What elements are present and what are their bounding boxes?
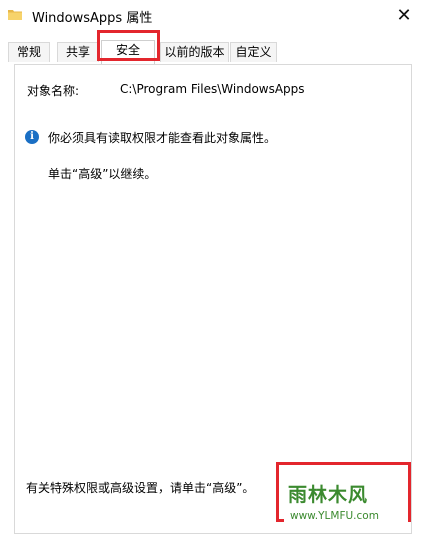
tab-general-label: 常规 xyxy=(16,45,41,59)
close-icon: ✕ xyxy=(396,4,412,26)
watermark: 雨林木风 www.YLMFU.com xyxy=(284,474,408,532)
security-panel: 对象名称: C:\Program Files\WindowsApps i 你必须… xyxy=(14,64,412,534)
object-name-label: 对象名称: xyxy=(27,84,80,98)
advanced-hint: 有关特殊权限或高级设置，请单击“高级”。 xyxy=(26,481,255,495)
info-icon: i xyxy=(25,130,39,144)
tab-strip: 常规 共享 安全 以前的版本 自定义 xyxy=(0,40,421,65)
title-bar: WindowsApps 属性 ✕ xyxy=(0,0,421,32)
watermark-logo-text: 雨林木风 xyxy=(288,484,369,506)
tab-previous-versions[interactable]: 以前的版本 xyxy=(160,42,229,62)
tab-sharing[interactable]: 共享 xyxy=(57,42,99,62)
tab-customize-label: 自定义 xyxy=(235,45,272,59)
tab-sharing-label: 共享 xyxy=(65,45,90,59)
tab-security-label: 安全 xyxy=(115,43,140,57)
watermark-url: www.YLMFU.com xyxy=(290,510,379,522)
info-message: 你必须具有读取权限才能查看此对象属性。 xyxy=(48,131,277,145)
window-title: WindowsApps 属性 xyxy=(32,11,153,26)
close-button[interactable]: ✕ xyxy=(387,0,421,30)
tab-general[interactable]: 常规 xyxy=(8,42,50,62)
tab-security[interactable]: 安全 xyxy=(101,40,155,64)
tab-customize[interactable]: 自定义 xyxy=(230,42,277,62)
folder-icon xyxy=(8,10,22,20)
object-name-value: C:\Program Files\WindowsApps xyxy=(120,82,305,96)
tab-previous-versions-label: 以前的版本 xyxy=(164,45,225,59)
continue-hint: 单击“高级”以继续。 xyxy=(48,167,157,181)
